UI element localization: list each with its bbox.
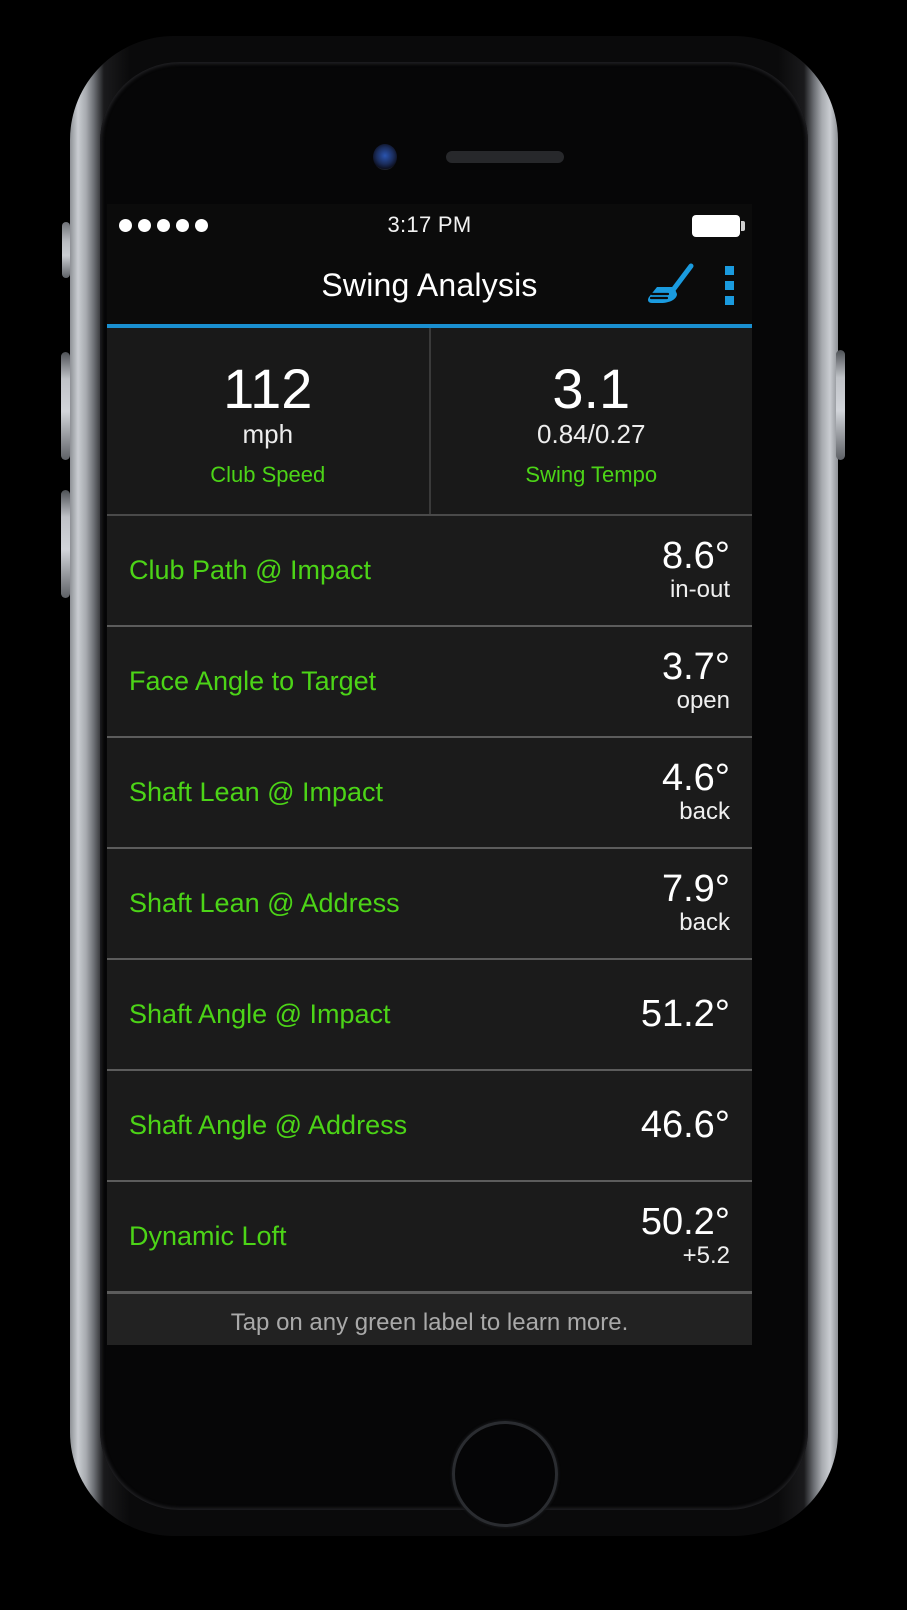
home-button[interactable] [452, 1421, 558, 1527]
table-row[interactable]: Shaft Lean @ Impact 4.6° back [107, 736, 752, 847]
metric-values: 50.2° +5.2 [641, 1203, 730, 1269]
metric-value: 46.6° [640, 1103, 730, 1146]
volume-down-button[interactable] [61, 490, 70, 598]
swing-tempo-ratio: 0.84/0.27 [537, 418, 646, 449]
metric-values: 8.6° in-out [662, 537, 730, 603]
volume-up-button[interactable] [61, 352, 70, 460]
title-bar: Swing Analysis [107, 246, 752, 328]
summary-card-swing-tempo[interactable]: 3.1 0.84/0.27 Swing Tempo [428, 328, 752, 514]
metric-label[interactable]: Shaft Lean @ Impact [129, 777, 383, 808]
table-row[interactable]: Face Angle to Target 3.7° open [107, 625, 752, 736]
table-row[interactable]: Shaft Angle @ Impact 51.2° [107, 958, 752, 1069]
metric-value: 51.2° [640, 992, 730, 1035]
club-speed-unit: mph [242, 418, 294, 449]
swing-tempo-value: 3.1 [552, 356, 631, 420]
table-row[interactable]: Shaft Angle @ Address 46.6° [107, 1069, 752, 1180]
table-row[interactable]: Club Path @ Impact 8.6° in-out [107, 514, 752, 625]
metric-unit: back [679, 798, 730, 826]
club-speed-value: 112 [223, 356, 313, 420]
earpiece-speaker-icon [446, 151, 564, 163]
metric-unit: +5.2 [682, 1242, 730, 1270]
overflow-menu-icon[interactable] [717, 262, 742, 309]
footer-hint-text: Tap on any green label to learn more. [230, 1308, 629, 1336]
metric-label[interactable]: Club Path @ Impact [129, 555, 371, 586]
metric-unit: in-out [669, 576, 730, 604]
metric-unit: back [679, 909, 730, 937]
metrics-list: Club Path @ Impact 8.6° in-out Face Angl… [107, 514, 752, 1291]
table-row[interactable]: Shaft Lean @ Address 7.9° back [107, 847, 752, 958]
metric-value: 7.9° [661, 868, 730, 911]
table-row[interactable]: Dynamic Loft 50.2° +5.2 [107, 1180, 752, 1291]
metric-value: 4.6° [661, 757, 730, 800]
golf-club-icon[interactable] [643, 263, 699, 307]
screenshot-stage: 3:17 PM Swing Analysis 112 mph Club Spee… [0, 0, 907, 1610]
metric-unit: open [676, 687, 730, 715]
metric-label[interactable]: Shaft Lean @ Address [129, 888, 400, 919]
summary-cards: 112 mph Club Speed 3.1 0.84/0.27 Swing T… [107, 328, 752, 514]
metric-value: 8.6° [661, 535, 730, 578]
silence-switch-button[interactable] [62, 222, 70, 278]
club-speed-label[interactable]: Club Speed [210, 462, 325, 488]
metric-value: 50.2° [640, 1201, 730, 1244]
metric-values: 7.9° back [662, 870, 730, 936]
footer-hint-bar: Tap on any green label to learn more. [107, 1291, 752, 1345]
metric-label[interactable]: Dynamic Loft [129, 1221, 287, 1252]
battery-full-icon [692, 215, 745, 237]
power-button[interactable] [836, 350, 845, 460]
metric-values: 3.7° open [662, 648, 730, 714]
front-camera-icon [373, 144, 397, 170]
metric-values: 4.6° back [662, 759, 730, 825]
app-screen: 3:17 PM Swing Analysis 112 mph Club Spee… [107, 204, 752, 1345]
title-bar-actions [643, 262, 742, 309]
metric-label[interactable]: Shaft Angle @ Impact [129, 999, 391, 1030]
swing-tempo-label[interactable]: Swing Tempo [525, 462, 657, 488]
signal-strength-icon [119, 218, 208, 232]
metric-value: 3.7° [661, 646, 730, 689]
metric-values: 51.2° [640, 992, 730, 1035]
metric-values: 46.6° [640, 1103, 730, 1146]
metric-label[interactable]: Face Angle to Target [129, 666, 376, 697]
metric-label[interactable]: Shaft Angle @ Address [129, 1110, 407, 1141]
status-bar: 3:17 PM [107, 204, 752, 246]
summary-card-club-speed[interactable]: 112 mph Club Speed [107, 328, 429, 514]
page-title: Swing Analysis [321, 266, 538, 303]
